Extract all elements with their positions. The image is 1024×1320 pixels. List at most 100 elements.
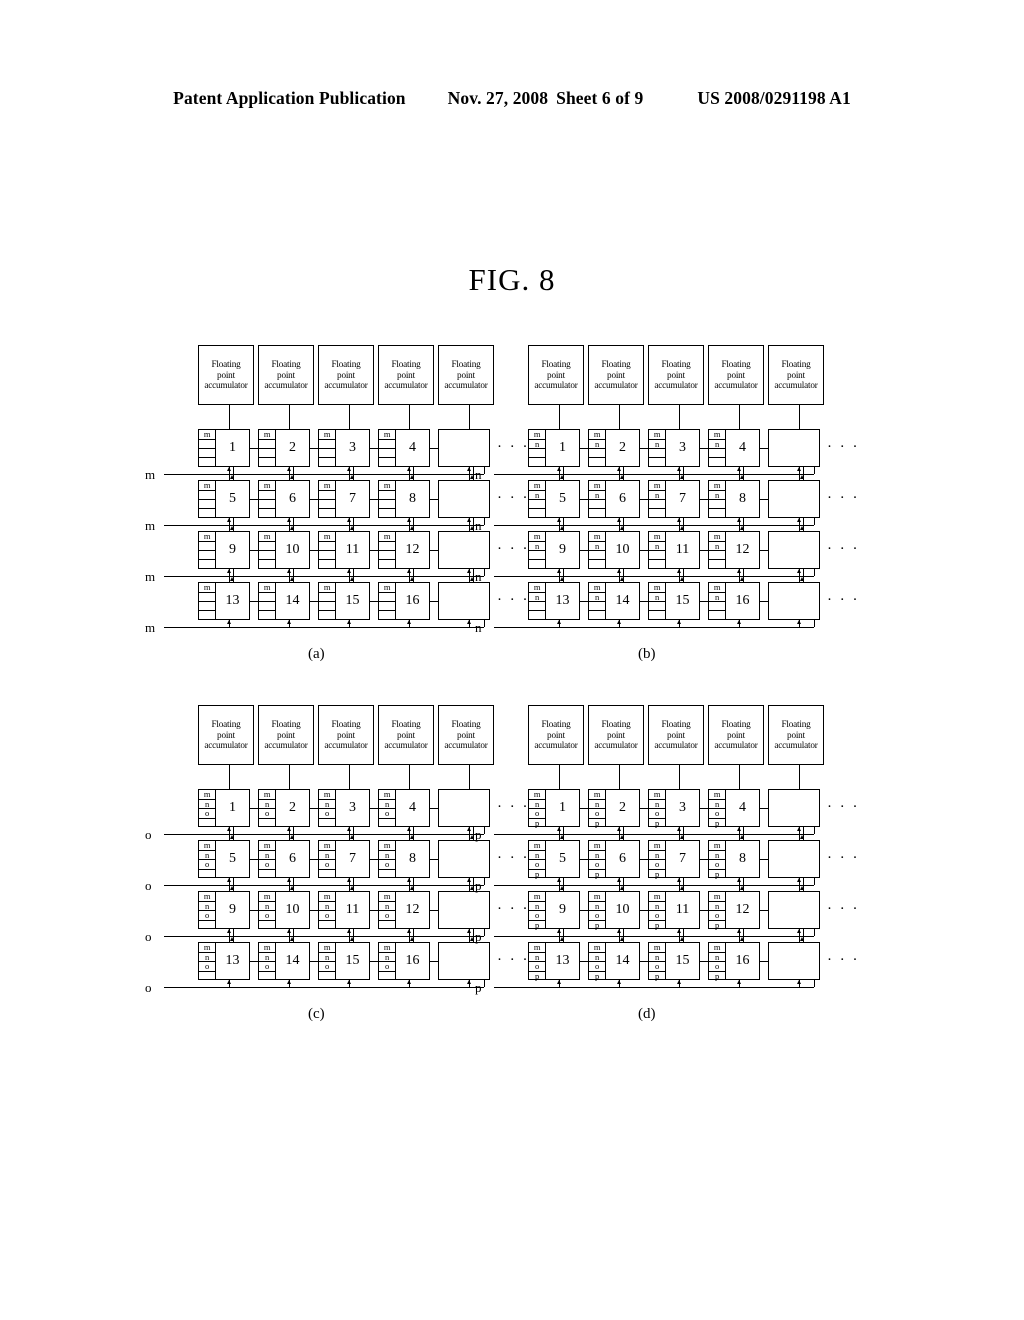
register-slot: n — [199, 952, 215, 962]
accumulator-drop-line — [558, 405, 560, 429]
floating-point-accumulator: Floating point accumulator — [708, 345, 764, 405]
bus-arrow-icon — [797, 878, 802, 882]
bus-return-line — [484, 929, 486, 936]
bus-stub-line — [678, 827, 680, 834]
register-slot — [199, 819, 215, 827]
inter-row-link — [408, 878, 410, 891]
register-slot: o — [199, 809, 215, 819]
cell-number: 1 — [229, 440, 236, 455]
link-arrow-icon — [740, 886, 745, 891]
register-slot — [649, 611, 665, 619]
register-slot: m — [319, 841, 335, 851]
accumulator-drop-line — [228, 405, 230, 429]
link-arrow-icon — [290, 886, 295, 891]
register-slot: m — [259, 790, 275, 800]
floating-point-accumulator: Floating point accumulator — [438, 345, 494, 405]
bus-arrow-icon — [347, 518, 352, 522]
inter-row-link — [678, 827, 680, 840]
register-strip: mn — [589, 430, 606, 466]
cell-number: 2 — [619, 800, 626, 815]
register-strip: mno — [379, 841, 396, 877]
register-slot: m — [709, 481, 725, 491]
processing-cell: mnop 2 — [588, 789, 640, 827]
processing-cell: m3 — [318, 429, 370, 467]
row-ellipsis: · · · — [497, 952, 530, 968]
link-arrow-icon — [680, 526, 685, 531]
register-slot: o — [199, 962, 215, 972]
register-slot: m — [709, 430, 725, 440]
floating-point-accumulator: Floating point accumulator — [768, 705, 824, 765]
inter-row-link — [232, 467, 234, 480]
processing-cell: mno 1 — [198, 789, 250, 827]
inter-row-link — [738, 878, 740, 891]
cell-link-line — [700, 499, 708, 501]
inter-row-link — [288, 827, 290, 840]
register-strip: m — [199, 430, 216, 466]
register-slot — [379, 611, 395, 619]
accumulator-line: Floating — [601, 719, 631, 730]
inter-row-link — [682, 569, 684, 582]
cell-link-line — [310, 910, 318, 912]
inter-row-link — [472, 518, 474, 531]
accumulator-line: accumulator — [594, 740, 638, 751]
link-arrow-icon — [230, 526, 235, 531]
register-slot: n — [709, 490, 725, 500]
register-slot: o — [379, 911, 395, 921]
bus-stub-line — [618, 827, 620, 834]
cell-number: 13 — [555, 593, 570, 608]
accumulator-line: point — [607, 729, 625, 740]
inter-row-link — [468, 929, 470, 942]
accumulator-line: accumulator — [324, 740, 368, 751]
processing-cell: m4 — [378, 429, 430, 467]
register-slot: m — [529, 841, 545, 851]
cell-number: 8 — [409, 851, 416, 866]
processing-cell: m n o p 12 — [708, 891, 760, 929]
bus-stub-line — [228, 878, 230, 885]
processing-cell: mno 9 — [198, 891, 250, 929]
row-ellipsis: · · · — [497, 541, 530, 557]
bus-arrow-icon — [797, 827, 802, 831]
cell-number: 7 — [349, 851, 356, 866]
processing-cell-empty — [768, 582, 820, 620]
processing-cell: m 11 — [318, 531, 370, 569]
register-slot: o — [379, 962, 395, 972]
accumulator-line: Floating — [331, 719, 361, 730]
register-slot — [259, 870, 275, 878]
processing-cell: mno 3 — [318, 789, 370, 827]
register-slot: o — [259, 809, 275, 819]
figure-title: FIG. 8 — [468, 262, 556, 297]
processing-cell: m8 — [378, 480, 430, 518]
bus-arrow-icon — [617, 620, 622, 624]
bus-arrow-icon — [677, 827, 682, 831]
processing-cell: mnop 4 — [708, 789, 760, 827]
inter-row-link — [412, 929, 414, 942]
register-slot — [259, 819, 275, 827]
link-arrow-icon — [800, 526, 805, 531]
processing-cell-empty — [438, 531, 490, 569]
cell-number: 13 — [225, 953, 240, 968]
register-slot: n — [529, 952, 545, 962]
bus-stub-line — [558, 620, 560, 627]
bus-arrow-icon — [347, 878, 352, 882]
bus-stub-line — [348, 569, 350, 576]
register-slot — [259, 972, 275, 980]
register-slot: n — [529, 799, 545, 809]
inter-row-link — [798, 827, 800, 840]
inter-row-link — [562, 467, 564, 480]
bus-stub-line — [738, 929, 740, 936]
cell-number: 12 — [405, 902, 420, 917]
register-slot — [379, 449, 395, 458]
cell-link-line — [370, 961, 378, 963]
cell-number: 4 — [409, 440, 416, 455]
bus-stub-line — [738, 827, 740, 834]
bus-arrow-icon — [737, 467, 742, 471]
bus-arrow-icon — [557, 878, 562, 882]
register-slot: m — [709, 583, 725, 593]
register-slot: m — [379, 841, 395, 851]
register-slot: n — [319, 799, 335, 809]
figure-8-diagram: Floating point accumulator Floating point acc… — [0, 0, 1024, 1320]
link-arrow-icon — [620, 835, 625, 840]
cell-link-line — [580, 499, 588, 501]
register-slot — [319, 440, 335, 449]
accumulator-line: point — [217, 369, 235, 380]
